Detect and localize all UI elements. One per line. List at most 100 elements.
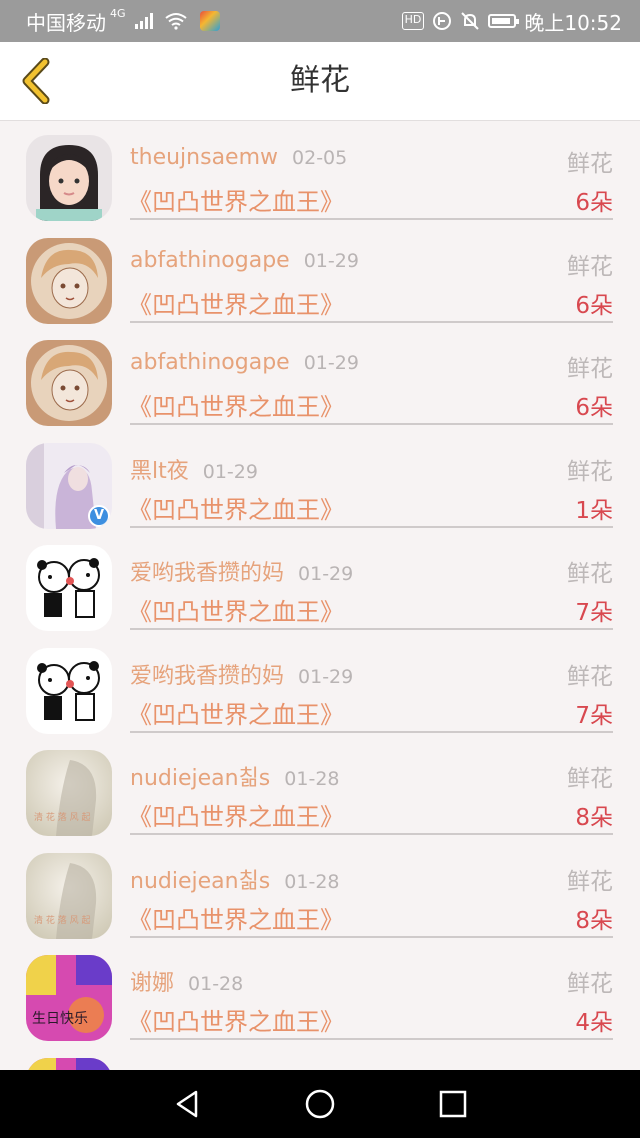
user-name[interactable]: nudiejean칢s 01-28 [130, 760, 340, 792]
svg-text:清 花 落 风 起: 清 花 落 风 起 [34, 914, 90, 926]
avatar[interactable] [26, 237, 112, 324]
gift-date: 01-29 [303, 352, 359, 374]
carrier-label: 中国移动 [26, 10, 106, 35]
user-name[interactable]: abfathinogape 01-29 [130, 248, 359, 273]
gift-date: 01-29 [303, 249, 359, 272]
gift-date: 01-29 [298, 563, 354, 585]
page-title: 鲜花 [290, 63, 350, 98]
book-title-link[interactable]: 《凹凸世界之血王》 [128, 182, 344, 217]
nav-home-button[interactable] [290, 1074, 350, 1134]
hd-badge: HD [401, 12, 425, 30]
gift-type: 鲜花 [567, 151, 613, 177]
mute-bell-icon [461, 12, 480, 30]
gift-count: 6朵 [575, 190, 613, 216]
user-name-text: 谢娜 [130, 971, 175, 996]
recents-square-icon [440, 1090, 467, 1118]
user-name-text: 爱哟我香攒的妈 [130, 663, 285, 689]
user-name-text: theujnsaemw [130, 145, 279, 170]
user-name[interactable]: 黑lt夜 01-29 [130, 453, 258, 485]
gift-type: 鲜花 [567, 356, 613, 382]
row-divider [130, 935, 613, 938]
gift-date: 01-29 [298, 665, 354, 688]
book-title-link[interactable]: 《凹凸世界之血王》 [128, 592, 344, 627]
user-name[interactable]: nudiejean칢s 01-28 [130, 863, 340, 895]
user-name-text: nudiejean칢s [130, 766, 271, 791]
book-title-link[interactable]: 《凹凸世界之血王》 [128, 285, 344, 320]
user-name[interactable]: 爱哟我香攒的妈 01-29 [130, 658, 353, 690]
gift-type: 鲜花 [567, 253, 613, 280]
row-divider [130, 423, 613, 425]
user-name-text: nudiejean칢s [130, 868, 271, 894]
book-title-link[interactable]: 《凹凸世界之血王》 [128, 387, 344, 422]
gift-count: 7朵 [575, 702, 613, 729]
row-divider [130, 730, 613, 733]
list-item[interactable]: abfathinogape 01-29 鲜花 《凹凸世界之血王》 6朵 [0, 325, 640, 428]
signal-icon [134, 13, 153, 29]
gift-count: 1朵 [575, 497, 613, 524]
user-name-text: abfathinogape [130, 247, 290, 273]
gift-type: 鲜花 [567, 971, 613, 997]
user-name-text: abfathinogape [130, 350, 290, 375]
gift-type: 鲜花 [567, 766, 613, 792]
gift-count: 6朵 [575, 292, 613, 319]
row-divider [130, 525, 613, 528]
avatar[interactable]: 生日快乐 [26, 955, 112, 1041]
verified-badge-icon: V [88, 504, 110, 527]
gift-date: 01-28 [188, 973, 244, 995]
avatar[interactable]: 生日快乐 [26, 1057, 112, 1070]
gift-date: 01-28 [284, 768, 340, 790]
list-item[interactable]: 清 花 落 风 起 nudiejean칢s 01-28 鲜花《凹凸世界之血王》 8朵 [0, 735, 640, 838]
row-divider [130, 320, 613, 323]
home-circle-icon [305, 1089, 335, 1119]
gift-date: 02-05 [292, 147, 348, 169]
user-name-text: 黑lt夜 [130, 458, 189, 484]
network-type: 4G [110, 6, 126, 20]
book-title-link[interactable]: 《凹凸世界之血王》 [128, 797, 344, 832]
wifi-icon [164, 13, 187, 30]
list-item[interactable]: V 黑lt夜 01-29 鲜花《凹凸世界之血王》 1朵 [0, 428, 640, 531]
user-name[interactable]: abfathinogape 01-29 [130, 350, 359, 375]
avatar[interactable] [26, 647, 112, 734]
status-bar: 中国移动 4G HD 晚上10:52 [0, 0, 640, 42]
avatar[interactable]: 清 花 落 风 起 [26, 852, 112, 939]
list-item[interactable]: 爱哟我香攒的妈 01-29 鲜花 《凹凸世界之血王》 7朵 [0, 633, 640, 736]
avatar[interactable] [26, 135, 112, 221]
gift-type: 鲜花 [567, 868, 613, 895]
book-title-link[interactable]: 《凹凸世界之血王》 [128, 900, 344, 935]
data-saver-icon [433, 12, 452, 30]
user-name[interactable]: 谢娜 01-28 [130, 965, 243, 997]
user-name-text: 爱哟我香攒的妈 [130, 561, 285, 586]
svg-text:生日快乐: 生日快乐 [32, 1011, 88, 1027]
list-item[interactable]: 生日快乐 谢娜 01-28 鲜花《凹凸世界之血王》 4朵 [0, 940, 640, 1043]
user-name[interactable]: theujnsaemw 02-05 [130, 145, 347, 170]
list-item[interactable]: theujnsaemw 02-05 鲜花《凹凸世界之血王》 6朵 [0, 120, 640, 223]
app-notification-icon [199, 11, 220, 31]
list-item[interactable]: abfathinogape 01-29 鲜花《凹凸世界之血王》 6朵 [0, 223, 640, 326]
chevron-left-icon [22, 58, 50, 104]
row-divider [130, 628, 613, 630]
list-item[interactable]: 清 花 落 风 起 nudiejean칢s 01-28 鲜花 《凹凸世界之血王》 8朵 [0, 838, 640, 941]
gift-count: 8朵 [575, 805, 613, 831]
list-item[interactable]: 爱哟我香攒的妈 01-29 鲜花 《凹凸世界之血王》 7朵 [0, 530, 640, 633]
gift-count: 4朵 [575, 1010, 613, 1036]
book-title-link[interactable]: 《凹凸世界之血王》 [128, 1002, 344, 1037]
row-divider [130, 1038, 613, 1040]
gift-count: 7朵 [575, 600, 613, 626]
avatar[interactable]: 清 花 落 风 起 [26, 750, 112, 836]
avatar[interactable]: V [26, 442, 112, 529]
avatar[interactable] [26, 545, 112, 631]
book-title-link[interactable]: 《凹凸世界之血王》 [128, 490, 344, 525]
nav-back-button[interactable] [157, 1074, 217, 1134]
back-button[interactable] [12, 56, 60, 106]
title-bar: 鲜花 [0, 42, 640, 121]
list-item[interactable]: 生日快乐 [0, 1043, 640, 1070]
flower-gift-list: theujnsaemw 02-05 鲜花 《凹凸世界之血王》 6朵 abfathinoga… [0, 120, 640, 1070]
avatar[interactable] [26, 340, 112, 426]
book-title-link[interactable]: 《凹凸世界之血王》 [128, 695, 344, 730]
system-nav-bar [0, 1070, 640, 1138]
nav-recents-button[interactable] [423, 1074, 483, 1134]
gift-type: 鲜花 [567, 458, 613, 485]
user-name[interactable]: 爱哟我香攒的妈 01-29 [130, 555, 353, 587]
clock: 晚上10:52 [524, 10, 622, 35]
svg-text:清 花 落 风 起: 清 花 落 风 起 [34, 811, 90, 823]
